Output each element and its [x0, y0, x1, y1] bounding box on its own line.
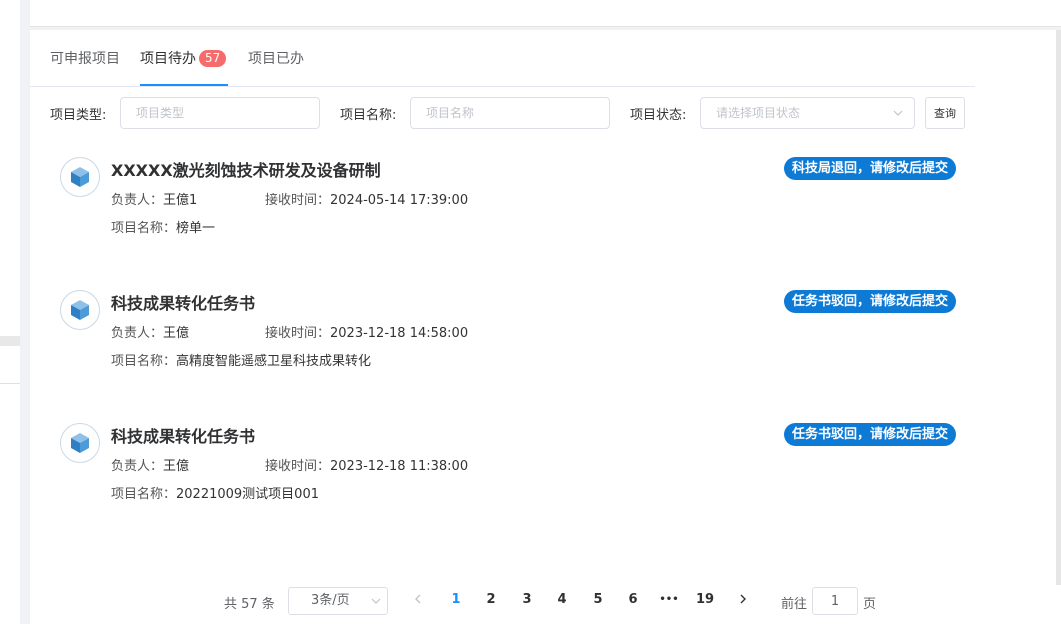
tab-label: 项目已办	[248, 51, 304, 67]
time-label: 接收时间：	[265, 193, 331, 208]
project-type-label: 项目类型:	[50, 108, 107, 123]
time-value: 2024-05-14 17:39:00	[330, 193, 469, 208]
list-item: XXXXX激光刻蚀技术研发及设备研制 科技局退回，请修改后提交 负责人：王億1 …	[60, 157, 960, 267]
owner-value: 王億	[163, 459, 190, 474]
project-name-input[interactable]	[410, 97, 610, 129]
project-name-label: 项目名称：	[111, 354, 177, 369]
top-header-area	[30, 0, 1061, 27]
cube-icon	[60, 423, 100, 463]
owner-label: 负责人：	[111, 459, 164, 474]
project-name-label: 项目名称：	[111, 221, 177, 236]
page-number-4[interactable]: 4	[552, 592, 572, 607]
chevron-down-icon	[893, 110, 903, 116]
item-title[interactable]: XXXXX激光刻蚀技术研发及设备研制	[111, 157, 381, 181]
left-sidebar-edge	[0, 0, 20, 624]
page-number-5[interactable]: 5	[588, 592, 608, 607]
active-tab-indicator	[140, 84, 228, 86]
tab-declarable-projects[interactable]: 可申报项目	[50, 48, 120, 68]
tab-pending-projects[interactable]: 项目待办 57	[140, 48, 227, 68]
item-owner: 负责人：王億1	[111, 189, 197, 208]
project-status-label: 项目状态:	[630, 108, 687, 123]
item-title[interactable]: 科技成果转化任务书	[111, 423, 255, 447]
project-name-label: 项目名称:	[340, 108, 397, 123]
status-badge: 科技局退回，请修改后提交	[783, 157, 956, 180]
project-status-select[interactable]: 请选择项目状态	[700, 97, 915, 129]
item-owner: 负责人：王億	[111, 322, 189, 341]
page-number-2[interactable]: 2	[481, 592, 501, 607]
main-panel: 可申报项目 项目待办57 项目已办 项目类型: 项目名称: 项目状态: 请选择项…	[30, 30, 1061, 624]
sidebar-divider	[0, 336, 20, 346]
scrollbar[interactable]	[1056, 30, 1061, 585]
time-value: 2023-12-18 14:58:00	[330, 326, 469, 341]
page-suffix-label: 页	[863, 597, 877, 612]
page-size-select[interactable]: 3条/页	[288, 587, 388, 615]
goto-page-input[interactable]	[812, 587, 858, 615]
tab-label: 可申报项目	[50, 51, 120, 67]
project-name-value: 高精度智能遥感卫星科技成果转化	[176, 354, 372, 369]
page-number-3[interactable]: 3	[517, 592, 537, 607]
item-project-name: 项目名称：榜单一	[111, 217, 215, 236]
query-button[interactable]: 查询	[925, 97, 965, 129]
item-time: 接收时间：2023-12-18 14:58:00	[265, 322, 468, 341]
more-pages-ellipsis[interactable]: •••	[659, 594, 679, 605]
tab-label: 项目待办	[140, 51, 196, 67]
project-name-label: 项目名称：	[111, 487, 177, 502]
project-type-input[interactable]	[120, 97, 320, 129]
owner-label: 负责人：	[111, 193, 164, 208]
list-item: 科技成果转化任务书 任务书驳回，请修改后提交 负责人：王億 接收时间：2023-…	[60, 423, 960, 533]
owner-value: 王億	[163, 326, 190, 341]
item-project-name: 项目名称：20221009测试项目001	[111, 483, 319, 502]
total-count: 共 57 条	[224, 597, 275, 612]
item-title[interactable]: 科技成果转化任务书	[111, 290, 255, 314]
cube-icon	[60, 157, 100, 197]
item-owner: 负责人：王億	[111, 455, 189, 474]
time-value: 2023-12-18 11:38:00	[330, 459, 469, 474]
item-project-name: 项目名称：高精度智能遥感卫星科技成果转化	[111, 350, 371, 369]
project-name-value: 榜单一	[176, 221, 216, 236]
page-size-value: 3条/页	[311, 593, 350, 608]
page-number-19[interactable]: 19	[694, 592, 716, 607]
page-number-6[interactable]: 6	[623, 592, 643, 607]
status-badge: 任务书驳回，请修改后提交	[783, 423, 956, 446]
pagination: 共 57 条 3条/页 1 2 3 4 5 6 ••• 19 前往 页	[30, 585, 1061, 617]
owner-value: 王億1	[163, 193, 198, 208]
status-badge: 任务书驳回，请修改后提交	[783, 290, 956, 313]
owner-label: 负责人：	[111, 326, 164, 341]
prev-page-icon[interactable]	[411, 592, 425, 606]
item-time: 接收时间：2024-05-14 17:39:00	[265, 189, 468, 208]
time-label: 接收时间：	[265, 326, 331, 341]
item-time: 接收时间：2023-12-18 11:38:00	[265, 455, 468, 474]
chevron-down-icon	[371, 598, 381, 604]
list-item: 科技成果转化任务书 任务书驳回，请修改后提交 负责人：王億 接收时间：2023-…	[60, 290, 960, 400]
project-name-value: 20221009测试项目001	[176, 487, 319, 502]
pending-count-badge: 57	[199, 50, 227, 67]
status-select-placeholder: 请选择项目状态	[716, 106, 801, 120]
cube-icon	[60, 290, 100, 330]
goto-label: 前往	[781, 597, 808, 612]
time-label: 接收时间：	[265, 459, 331, 474]
tab-done-projects[interactable]: 项目已办	[248, 48, 304, 68]
tab-bar: 可申报项目 项目待办 57 项目已办	[30, 30, 975, 87]
sidebar-divider	[0, 383, 20, 384]
page-number-1[interactable]: 1	[446, 592, 466, 607]
next-page-icon[interactable]	[736, 592, 750, 606]
